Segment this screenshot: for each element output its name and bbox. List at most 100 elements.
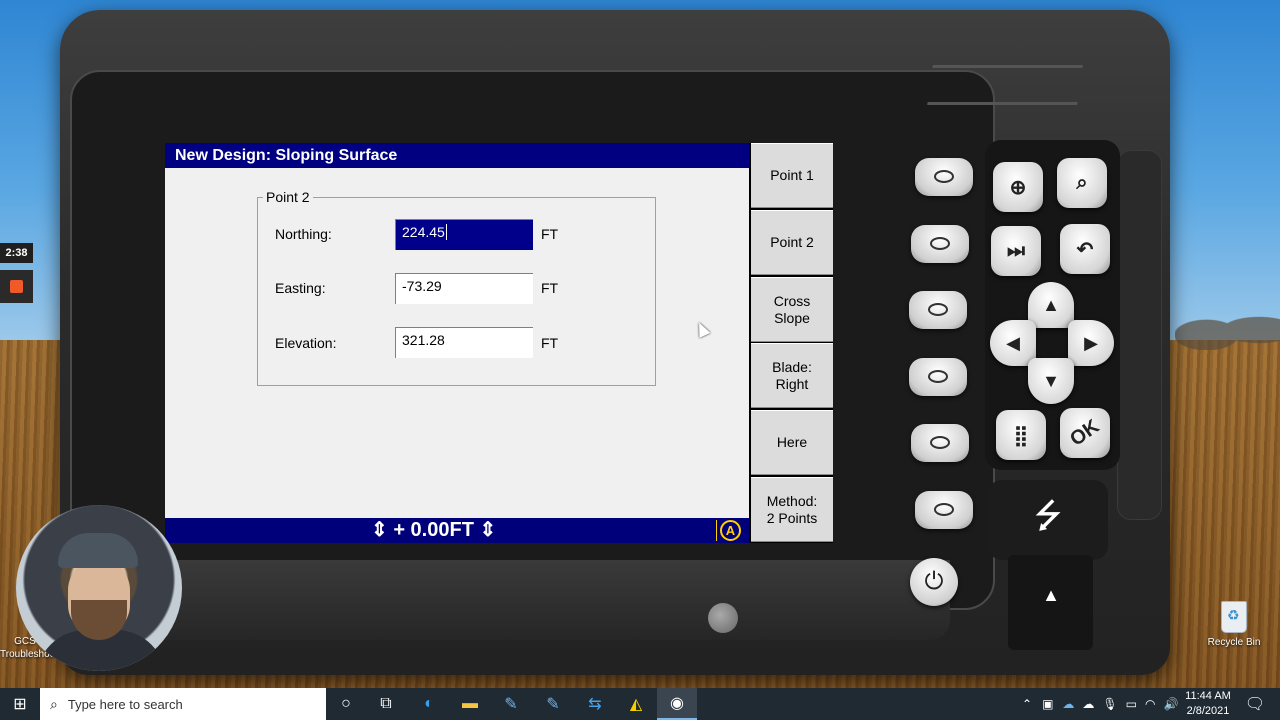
file-explorer-app[interactable]: ▬ bbox=[450, 688, 490, 720]
oval-icon bbox=[928, 303, 948, 316]
clock-time: 11:44 AM bbox=[1185, 690, 1231, 702]
oval-icon bbox=[928, 370, 948, 383]
task-view-button[interactable]: ⧉ bbox=[366, 688, 406, 720]
app-teamviewer[interactable]: ⇆ bbox=[575, 688, 615, 720]
up-arrow-button[interactable]: ▲ bbox=[1028, 282, 1074, 328]
softkey-label: Method: 2 Points bbox=[766, 492, 818, 526]
keypad-grid-button[interactable]: ⣿ bbox=[996, 410, 1046, 460]
tray-expand-icon[interactable]: ⌃ bbox=[1022, 697, 1032, 711]
softkey-point-2[interactable]: Point 2 bbox=[751, 210, 833, 275]
side-button-1[interactable] bbox=[915, 158, 973, 196]
recording-stop-button[interactable] bbox=[0, 270, 33, 303]
battery-icon[interactable]: ▭ bbox=[1126, 697, 1137, 711]
recycle-bin-label: Recycle Bin bbox=[1207, 637, 1261, 648]
eject-button[interactable]: ▲ bbox=[1022, 580, 1080, 610]
side-button-2[interactable] bbox=[911, 225, 969, 263]
elevation-label: Elevation: bbox=[275, 335, 337, 351]
machine-icon: ◭ bbox=[629, 696, 643, 713]
cloud-icon[interactable]: ☁ bbox=[1082, 697, 1094, 711]
side-button-4[interactable] bbox=[909, 358, 967, 396]
onedrive-icon[interactable]: ☁ bbox=[1062, 697, 1074, 711]
arrow-down-icon: ▼ bbox=[1042, 370, 1060, 391]
northing-input[interactable]: 224.45 bbox=[395, 219, 533, 250]
app-icon: ✎ bbox=[546, 696, 560, 713]
oval-icon bbox=[930, 436, 950, 449]
device-grip bbox=[1117, 150, 1162, 520]
windows-icon: ⊞ bbox=[13, 696, 27, 713]
northing-label: Northing: bbox=[275, 226, 332, 242]
webcam-overlay bbox=[16, 505, 182, 671]
eject-icon: ▲ bbox=[1042, 585, 1060, 605]
device-led bbox=[708, 603, 738, 633]
taskbar-clock[interactable]: 11:44 AM 2/8/2021 bbox=[1178, 689, 1238, 719]
recording-timer: 2:38 bbox=[0, 243, 33, 263]
app-icon: ✎ bbox=[504, 696, 518, 713]
stop-icon bbox=[10, 280, 23, 293]
usb-panel: ⭍ bbox=[988, 480, 1108, 560]
tray-app-icon[interactable]: ▣ bbox=[1042, 697, 1053, 711]
softkey-cross-slope[interactable]: Cross Slope bbox=[751, 277, 833, 342]
point-group: Point 2 Northing: 224.45 FT Easting: -73… bbox=[257, 189, 656, 386]
zoom-in-button[interactable]: ⊕ bbox=[993, 162, 1043, 212]
side-button-5[interactable] bbox=[911, 424, 969, 462]
edge-icon: ◐ bbox=[424, 695, 434, 712]
volume-icon[interactable]: 🔊 bbox=[1163, 697, 1178, 711]
arrow-left-icon: ◀ bbox=[1006, 332, 1020, 353]
folder-icon: ▬ bbox=[462, 695, 478, 712]
start-button[interactable]: ⊞ bbox=[0, 688, 40, 720]
cortana-button[interactable]: ○ bbox=[326, 688, 366, 720]
microphone-icon[interactable]: 🎙 bbox=[1102, 697, 1117, 711]
side-button-6[interactable] bbox=[915, 491, 973, 529]
left-arrow-button[interactable]: ◀ bbox=[990, 320, 1036, 366]
usb-icon: ⭍ bbox=[1033, 496, 1063, 535]
softkey-point-1[interactable]: Point 1 bbox=[751, 143, 833, 208]
softkey-method[interactable]: Method: 2 Points bbox=[751, 477, 833, 542]
side-button-3[interactable] bbox=[909, 291, 967, 329]
app-3[interactable]: ✎ bbox=[491, 688, 531, 720]
easting-unit: FT bbox=[541, 280, 559, 296]
easting-input[interactable]: -73.29 bbox=[395, 273, 533, 304]
device-speaker bbox=[927, 65, 1083, 105]
power-button[interactable]: ⏻ bbox=[910, 558, 958, 606]
taskbar: ⊞ ⌕ Type here to search ○ ⧉ ◐ ▬ ✎ ✎ ⇆ ◭ … bbox=[0, 688, 1280, 720]
softkey-blade[interactable]: Blade: Right bbox=[751, 343, 833, 408]
notifications-button[interactable]: 🗨 bbox=[1240, 688, 1270, 720]
undo-icon: ↶ bbox=[1076, 238, 1094, 261]
app-4[interactable]: ✎ bbox=[533, 688, 573, 720]
system-tray: ⌃ ▣ ☁ ☁ 🎙 ▭ ◠ 🔊 bbox=[1022, 688, 1178, 720]
ok-label: OK bbox=[1066, 414, 1104, 451]
arrow-up-icon: ▲ bbox=[1042, 294, 1060, 315]
app-machine[interactable]: ◭ bbox=[616, 688, 656, 720]
right-arrow-button[interactable]: ▶ bbox=[1068, 320, 1114, 366]
arrow-right-icon: ▶ bbox=[1084, 332, 1098, 353]
screen-title: New Design: Sloping Surface bbox=[165, 143, 749, 168]
down-arrow-button[interactable]: ▼ bbox=[1028, 358, 1074, 404]
wifi-icon[interactable]: ◠ bbox=[1145, 697, 1155, 711]
app-display-sim[interactable]: ◉ bbox=[657, 688, 697, 720]
zoom-out-button[interactable]: ⌕ bbox=[1057, 158, 1107, 208]
search-placeholder: Type here to search bbox=[67, 696, 183, 712]
search-icon: ⌕ bbox=[50, 695, 58, 712]
task-view-icon: ⧉ bbox=[380, 695, 392, 712]
teamviewer-icon: ⇆ bbox=[588, 696, 602, 713]
cut-fill-readout: ⇕ + 0.00FT ⇕ bbox=[371, 519, 497, 541]
softkey-label: Blade: Right bbox=[772, 358, 812, 392]
skip-forward-icon: ⏭ bbox=[1007, 239, 1025, 262]
oval-icon bbox=[934, 503, 954, 516]
softkey-here[interactable]: Here bbox=[751, 410, 833, 475]
status-bar: ⇕ + 0.00FT ⇕ A bbox=[165, 518, 749, 543]
softkey-label: Point 2 bbox=[770, 234, 814, 250]
device-bottom-bezel bbox=[120, 560, 950, 640]
ok-button[interactable]: OK bbox=[1060, 408, 1110, 458]
recycle-bin-icon[interactable] bbox=[1217, 595, 1251, 635]
softkey-label: Cross Slope bbox=[773, 292, 811, 326]
elevation-input[interactable]: 321.28 bbox=[395, 327, 533, 358]
taskbar-search[interactable]: ⌕ Type here to search bbox=[40, 688, 326, 720]
magnifier-icon: ⌕ bbox=[1076, 171, 1088, 194]
undo-button[interactable]: ↶ bbox=[1060, 224, 1110, 274]
next-button[interactable]: ⏭ bbox=[991, 226, 1041, 276]
target-icon: ◉ bbox=[670, 695, 684, 712]
edge-app[interactable]: ◐ bbox=[409, 688, 449, 720]
auto-mode-badge: A bbox=[720, 520, 741, 541]
webcam-person-hat bbox=[58, 533, 138, 568]
